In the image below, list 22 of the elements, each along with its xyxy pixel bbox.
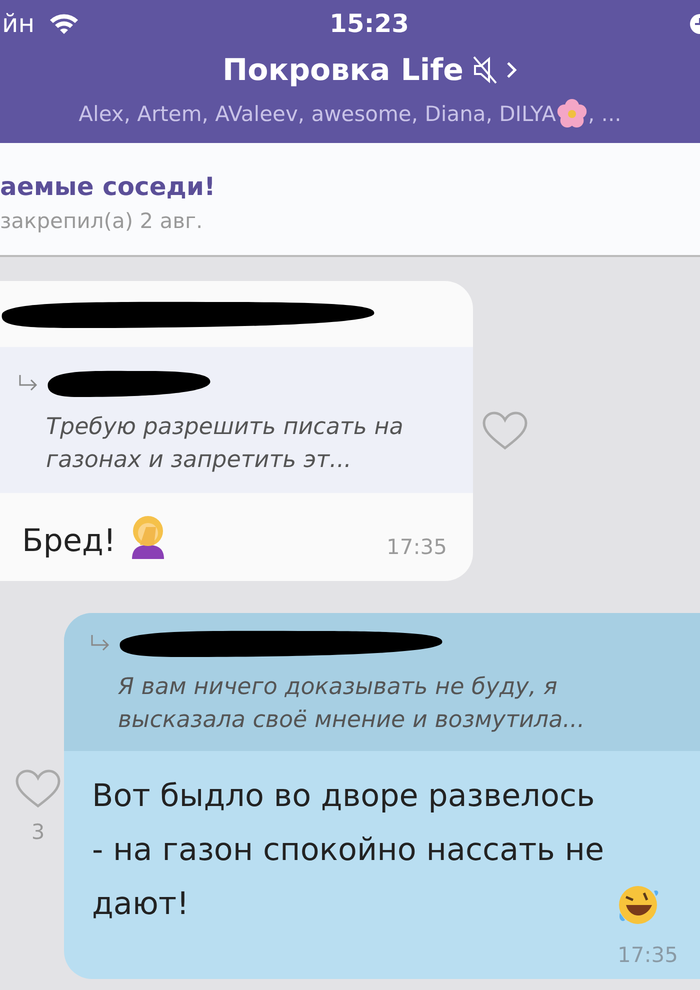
message-text: Вот быдло во дворе развелось - на газон спокойно нассать не дают! [92, 777, 606, 924]
members-more: , ... [588, 102, 622, 126]
heart-icon[interactable] [481, 410, 529, 452]
pinned-title: аемые соседи! [0, 172, 216, 201]
message-time: 17:35 [617, 943, 678, 967]
like-count: 3 [31, 820, 45, 844]
carrier-name: йн [2, 8, 35, 38]
chevron-right-icon [506, 61, 518, 79]
chat-title[interactable]: Покровка Life [222, 52, 464, 88]
pinned-message-banner[interactable]: аемые соседи! закрепил(а) 2 авг. [0, 143, 700, 257]
quoted-text: Требую разрешить писать на газонах и запретить эт... [45, 413, 404, 475]
quoted-reply[interactable]: Требую разрешить писать на газонах и запретить эт... [0, 347, 473, 493]
members-list: Alex, Artem, AValeev, awesome, Diana, DILYA [78, 102, 556, 126]
message-time: 17:35 [386, 535, 447, 559]
message-text: Бред! [22, 523, 116, 559]
heart-icon[interactable] [14, 768, 62, 810]
pinned-note: закрепил(а) 2 авг. [0, 209, 204, 233]
flower-icon [556, 98, 588, 130]
status-time: 15:23 [330, 8, 410, 38]
quoted-reply[interactable]: Я вам ничего доказывать не буду, я высказала своё мнение и возмутила... [64, 613, 700, 751]
quoted-text: Я вам ничего доказывать не буду, я высказала своё мнение и возмутила... [117, 673, 586, 735]
laughing-emoji-icon [616, 883, 660, 927]
